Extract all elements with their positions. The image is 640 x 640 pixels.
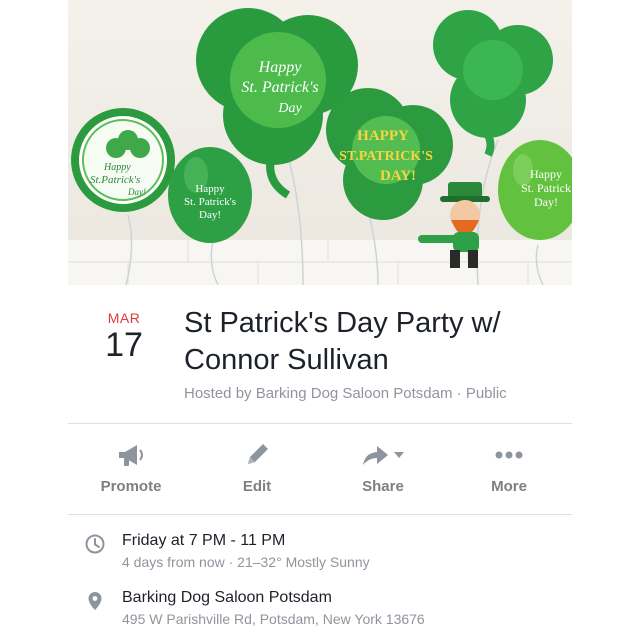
- event-time-row[interactable]: Friday at 7 PM - 11 PM 4 days from now ·…: [84, 532, 572, 570]
- svg-text:ST.PATRICK'S: ST.PATRICK'S: [339, 149, 433, 164]
- svg-text:Happy: Happy: [530, 167, 562, 181]
- event-location-name: Barking Dog Saloon Potsdam: [122, 589, 332, 606]
- megaphone-icon: [116, 440, 146, 470]
- svg-text:Happy: Happy: [195, 183, 225, 195]
- event-location-address: 495 W Parishville Rd, Potsdam, New York …: [122, 611, 425, 627]
- svg-text:Day!: Day!: [534, 195, 558, 209]
- svg-text:Happy: Happy: [103, 162, 131, 173]
- edit-button[interactable]: Edit: [194, 440, 320, 500]
- svg-text:St. Patrick: St. Patrick: [521, 181, 571, 195]
- promote-label: Promote: [100, 478, 162, 495]
- svg-text:St.Patrick's: St.Patrick's: [90, 174, 140, 186]
- location-pin-icon: [84, 590, 106, 627]
- event-time-detail: 4 days from now · 21–32° Mostly Sunny: [122, 554, 370, 570]
- more-dots-icon: [494, 440, 524, 470]
- promote-button[interactable]: Promote: [68, 440, 194, 500]
- event-month: MAR: [107, 310, 141, 326]
- svg-text:DAY!: DAY!: [380, 168, 416, 184]
- svg-text:HAPPY: HAPPY: [357, 128, 409, 144]
- edit-label: Edit: [242, 478, 272, 495]
- svg-text:St. Patrick's: St. Patrick's: [241, 79, 318, 96]
- svg-text:St. Patrick's: St. Patrick's: [184, 196, 236, 208]
- event-host-line[interactable]: Hosted by Barking Dog Saloon Potsdam · P…: [184, 385, 507, 402]
- event-actions-bar: Promote Edit Share More: [68, 440, 572, 500]
- share-label: Share: [362, 478, 404, 495]
- svg-text:Happy: Happy: [258, 59, 303, 76]
- more-button[interactable]: More: [446, 440, 572, 500]
- more-label: More: [491, 478, 527, 495]
- shamrock-balloons-image: Happy St. Patrick's Day Happy St.Patrick…: [68, 0, 572, 285]
- share-button[interactable]: Share: [320, 440, 446, 500]
- event-date: MAR 17: [100, 310, 148, 362]
- clock-icon: [84, 533, 106, 570]
- svg-text:Day: Day: [277, 101, 302, 116]
- event-title: St Patrick's Day Party w/ Connor Sulliva…: [184, 307, 501, 376]
- event-time: Friday at 7 PM - 11 PM: [122, 532, 286, 549]
- svg-text:Day!: Day!: [199, 209, 221, 221]
- svg-text:Day!: Day!: [127, 187, 146, 197]
- event-location-row[interactable]: Barking Dog Saloon Potsdam 495 W Parishv…: [84, 589, 572, 627]
- share-arrow-icon: [361, 440, 405, 470]
- event-cover-photo[interactable]: Happy St. Patrick's Day Happy St.Patrick…: [68, 0, 572, 285]
- event-day: 17: [105, 326, 143, 364]
- divider: [68, 514, 572, 515]
- pencil-icon: [243, 440, 271, 470]
- divider: [68, 423, 572, 424]
